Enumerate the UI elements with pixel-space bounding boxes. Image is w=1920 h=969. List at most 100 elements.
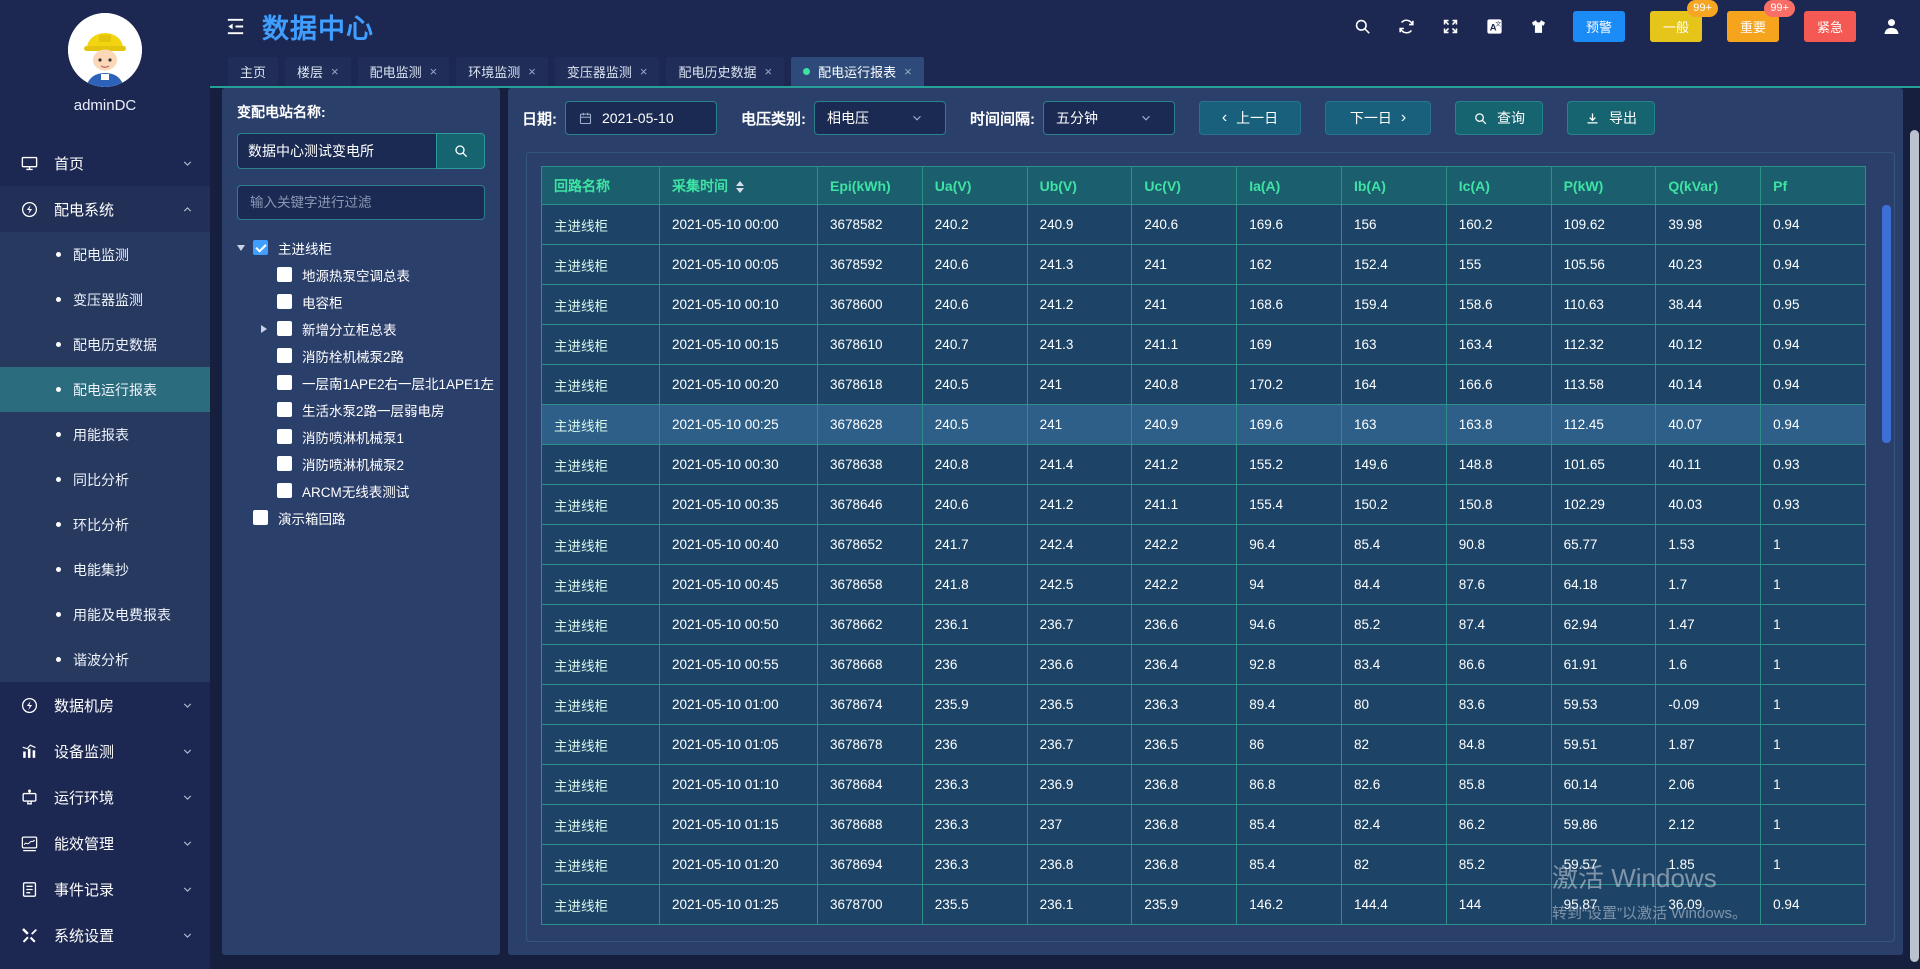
refresh-icon[interactable]: [1397, 17, 1416, 36]
tab-close-icon[interactable]: ×: [331, 65, 339, 78]
sidebar-subitem-用能及电费报表[interactable]: 用能及电费报表: [0, 592, 210, 637]
table-row[interactable]: 主进线柜2021-05-10 01:153678688236.3237236.8…: [542, 805, 1866, 845]
sidebar-item-运行环境[interactable]: 运行环境: [0, 774, 210, 820]
table-row[interactable]: 主进线柜2021-05-10 01:003678674235.9236.5236…: [542, 685, 1866, 725]
sort-icon[interactable]: [736, 181, 744, 193]
tree-node-消防栓机械泵2路[interactable]: 消防栓机械泵2路: [237, 342, 485, 369]
table-cell: 主进线柜: [542, 765, 660, 805]
table-row[interactable]: 主进线柜2021-05-10 00:303678638240.8241.4241…: [542, 445, 1866, 485]
export-button[interactable]: 导出: [1567, 101, 1655, 135]
voltage-select[interactable]: 相电压: [814, 101, 946, 135]
checkbox-checked[interactable]: [253, 240, 268, 255]
table-row[interactable]: 主进线柜2021-05-10 00:553678668236236.6236.4…: [542, 645, 1866, 685]
theme-icon[interactable]: [1529, 17, 1548, 36]
table-row[interactable]: 主进线柜2021-05-10 00:153678610240.7241.3241…: [542, 325, 1866, 365]
sidebar-item-事件记录[interactable]: 事件记录: [0, 866, 210, 912]
tree-node-生活水泵2路一层弱电房[interactable]: 生活水泵2路一层弱电房: [237, 396, 485, 423]
sidebar-subitem-环比分析[interactable]: 环比分析: [0, 502, 210, 547]
sidebar-subitem-用能报表[interactable]: 用能报表: [0, 412, 210, 457]
checkbox-unchecked[interactable]: [277, 348, 292, 363]
tree-node-消防喷淋机械泵1[interactable]: 消防喷淋机械泵1: [237, 423, 485, 450]
table-row[interactable]: 主进线柜2021-05-10 00:253678628240.5241240.9…: [542, 405, 1866, 445]
tree-node-演示箱回路[interactable]: 演示箱回路: [237, 504, 485, 531]
sidebar-subitem-配电监测[interactable]: 配电监测: [0, 232, 210, 277]
sidebar-item-首页[interactable]: 首页: [0, 140, 210, 186]
sidebar-subitem-电能集抄[interactable]: 电能集抄: [0, 547, 210, 592]
fullscreen-icon[interactable]: [1441, 17, 1460, 36]
column-header-采集时间[interactable]: 采集时间: [660, 167, 818, 205]
alarm-button-一般[interactable]: 一般99+: [1650, 11, 1702, 42]
table-row[interactable]: 主进线柜2021-05-10 00:453678658241.8242.5242…: [542, 565, 1866, 605]
sidebar-item-能效管理[interactable]: 能效管理: [0, 820, 210, 866]
table-row[interactable]: 主进线柜2021-05-10 00:003678582240.2240.9240…: [542, 205, 1866, 245]
translate-icon[interactable]: A文: [1485, 17, 1504, 36]
checkbox-unchecked[interactable]: [277, 456, 292, 471]
menu-collapse-icon[interactable]: [224, 15, 247, 38]
checkbox-unchecked[interactable]: [277, 429, 292, 444]
user-icon[interactable]: [1881, 16, 1902, 37]
sidebar-item-系统设置[interactable]: 系统设置: [0, 912, 210, 958]
next-day-button[interactable]: 下一日 ›: [1325, 101, 1431, 135]
tree-node-电容柜[interactable]: 电容柜: [237, 288, 485, 315]
sidebar-item-数据机房[interactable]: 数据机房: [0, 682, 210, 728]
table-row[interactable]: 主进线柜2021-05-10 00:503678662236.1236.7236…: [542, 605, 1866, 645]
table-row[interactable]: 主进线柜2021-05-10 00:103678600240.6241.2241…: [542, 285, 1866, 325]
tab-配电监测[interactable]: 配电监测×: [358, 57, 450, 86]
tab-close-icon[interactable]: ×: [764, 65, 772, 78]
sidebar-item-设备监测[interactable]: 设备监测: [0, 728, 210, 774]
tab-配电运行报表[interactable]: 配电运行报表×: [791, 57, 924, 86]
table-row[interactable]: 主进线柜2021-05-10 01:253678700235.5236.1235…: [542, 885, 1866, 925]
checkbox-unchecked[interactable]: [277, 402, 292, 417]
table-row[interactable]: 主进线柜2021-05-10 01:203678694236.3236.8236…: [542, 845, 1866, 885]
tab-变压器监测[interactable]: 变压器监测×: [555, 57, 660, 86]
tab-close-icon[interactable]: ×: [904, 65, 912, 78]
tree-filter-input[interactable]: [237, 185, 485, 220]
station-input[interactable]: [237, 133, 436, 169]
sidebar-subitem-同比分析[interactable]: 同比分析: [0, 457, 210, 502]
interval-select[interactable]: 五分钟: [1043, 101, 1175, 135]
alarm-button-重要[interactable]: 重要99+: [1727, 11, 1779, 42]
tree-node-消防喷淋机械泵2[interactable]: 消防喷淋机械泵2: [237, 450, 485, 477]
table-row[interactable]: 主进线柜2021-05-10 00:203678618240.5241240.8…: [542, 365, 1866, 405]
tab-close-icon[interactable]: ×: [528, 65, 536, 78]
tree-node-主进线柜[interactable]: 主进线柜: [237, 234, 485, 261]
station-search-button[interactable]: [436, 133, 485, 169]
search-icon[interactable]: [1353, 17, 1372, 36]
tab-close-icon[interactable]: ×: [430, 65, 438, 78]
alarm-button-预警[interactable]: 预警: [1573, 11, 1625, 42]
checkbox-unchecked[interactable]: [277, 375, 292, 390]
tree-node-新增分立柜总表[interactable]: 新增分立柜总表: [237, 315, 485, 342]
checkbox-unchecked[interactable]: [277, 483, 292, 498]
tab-配电历史数据[interactable]: 配电历史数据×: [666, 57, 784, 86]
tab-close-icon[interactable]: ×: [640, 65, 648, 78]
alarm-button-紧急[interactable]: 紧急: [1804, 11, 1856, 42]
checkbox-unchecked[interactable]: [277, 321, 292, 336]
checkbox-unchecked[interactable]: [277, 267, 292, 282]
query-button[interactable]: 查询: [1455, 101, 1543, 135]
tree-node-ARCM无线表测试[interactable]: ARCM无线表测试: [237, 477, 485, 504]
page-scrollbar[interactable]: [1910, 130, 1919, 962]
sidebar-subitem-变压器监测[interactable]: 变压器监测: [0, 277, 210, 322]
table-row[interactable]: 主进线柜2021-05-10 00:053678592240.6241.3241…: [542, 245, 1866, 285]
date-picker[interactable]: 2021-05-10: [565, 101, 717, 135]
table-row[interactable]: 主进线柜2021-05-10 01:103678684236.3236.9236…: [542, 765, 1866, 805]
table-row[interactable]: 主进线柜2021-05-10 00:353678646240.6241.2241…: [542, 485, 1866, 525]
sidebar-subitem-配电运行报表[interactable]: 配电运行报表: [0, 367, 210, 412]
tab-环境监测[interactable]: 环境监测×: [456, 57, 548, 86]
caret-right-icon[interactable]: [261, 325, 277, 333]
prev-day-button[interactable]: ‹ 上一日: [1199, 101, 1301, 135]
tree-node-一层南1APE2右一层北1APE1左[interactable]: 一层南1APE2右一层北1APE1左: [237, 369, 485, 396]
table-row[interactable]: 主进线柜2021-05-10 00:403678652241.7242.4242…: [542, 525, 1866, 565]
tab-楼层[interactable]: 楼层×: [285, 57, 351, 86]
tree-node-地源热泵空调总表[interactable]: 地源热泵空调总表: [237, 261, 485, 288]
sidebar-item-配电系统[interactable]: 配电系统: [0, 186, 210, 232]
avatar[interactable]: [68, 13, 142, 87]
tab-主页[interactable]: 主页: [228, 57, 278, 86]
checkbox-unchecked[interactable]: [277, 294, 292, 309]
sidebar-subitem-配电历史数据[interactable]: 配电历史数据: [0, 322, 210, 367]
table-scrollbar-thumb[interactable]: [1882, 205, 1891, 443]
checkbox-unchecked[interactable]: [253, 510, 268, 525]
table-row[interactable]: 主进线柜2021-05-10 01:053678678236236.7236.5…: [542, 725, 1866, 765]
sidebar-subitem-谐波分析[interactable]: 谐波分析: [0, 637, 210, 682]
caret-down-icon[interactable]: [237, 245, 253, 251]
